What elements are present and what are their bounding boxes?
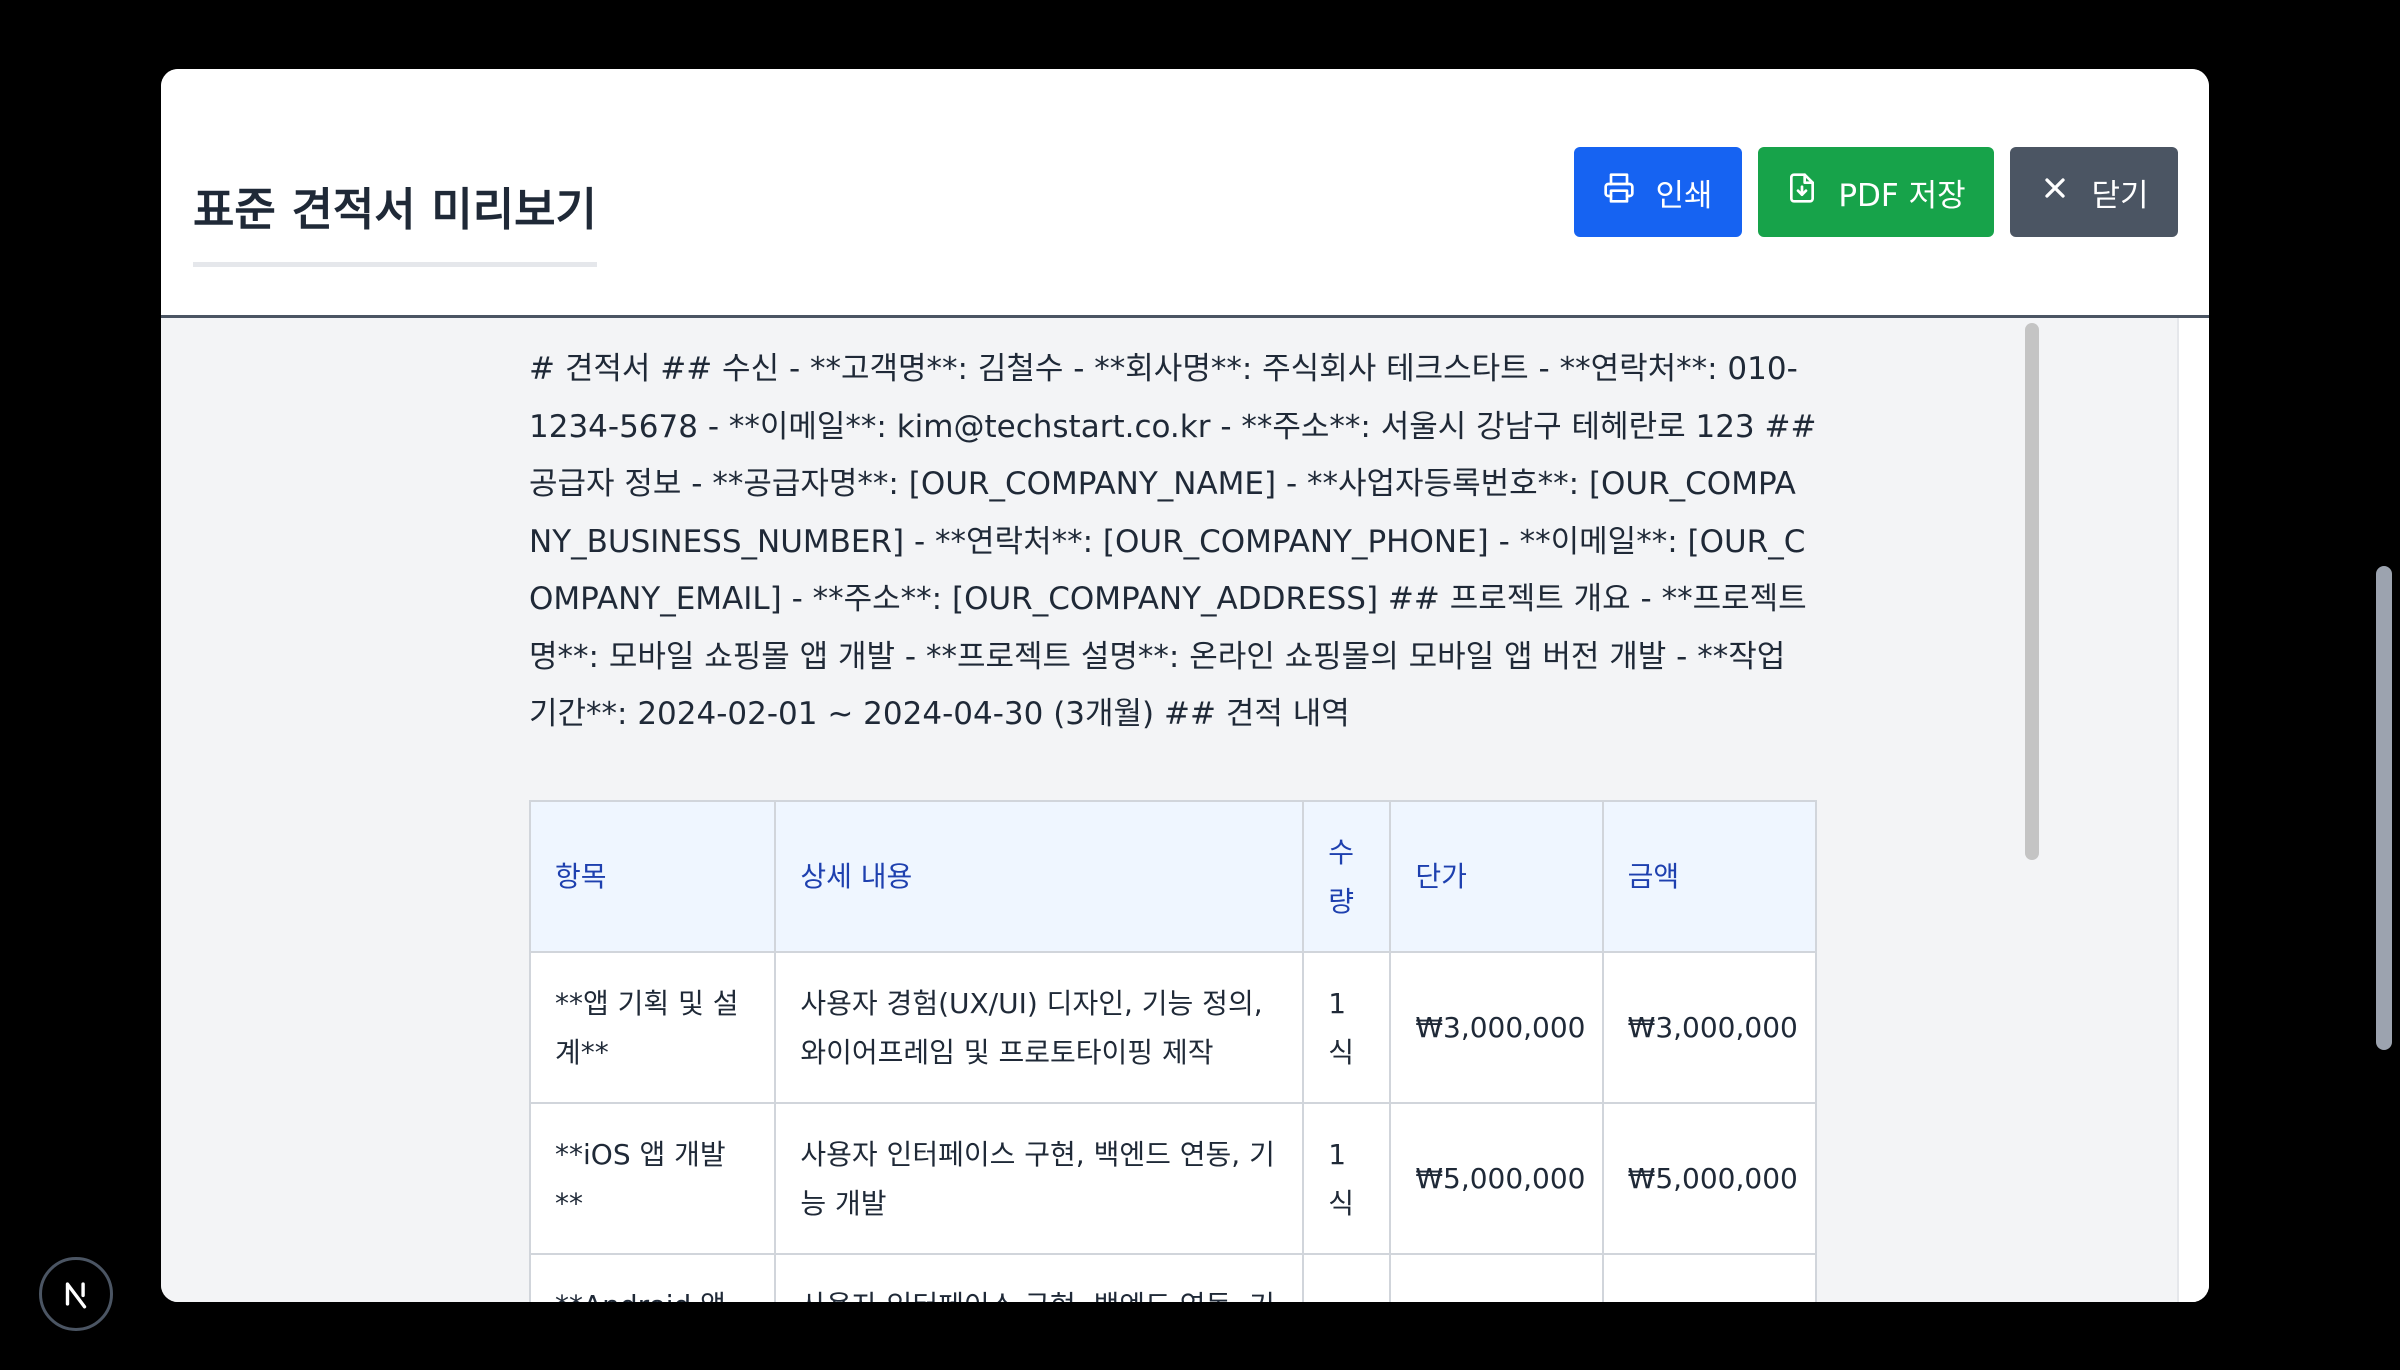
table-row: **앱 기획 및 설계** 사용자 경험(UX/UI) 디자인, 기능 정의, … <box>528 951 1818 1104</box>
close-button[interactable]: 닫기 <box>2010 147 2178 237</box>
printer-icon <box>1603 172 1635 212</box>
cell-unit-price: ₩3,000,000 <box>1389 951 1604 1104</box>
print-button-label: 인쇄 <box>1655 177 1713 214</box>
cell-unit-price: ₩5,000,000 <box>1389 1102 1604 1255</box>
cell-quantity: 1 <box>1302 1253 1392 1302</box>
quote-content: # 견적서 ## 수신 - **고객명**: 김철수 - **회사명**: 주식… <box>528 318 1818 1302</box>
table-row: **Android 앱 개 사용자 인터페이스 구현, 백엔드 연동, 기능 1 <box>528 1253 1818 1302</box>
modal-scrollbar-thumb[interactable] <box>2025 323 2039 860</box>
cell-detail: 사용자 인터페이스 구현, 백엔드 연동, 기능 <box>774 1253 1305 1302</box>
close-button-label: 닫기 <box>2091 177 2149 214</box>
cell-quantity: 1식 <box>1302 1102 1392 1255</box>
nextjs-logo-icon[interactable] <box>39 1257 113 1331</box>
print-button[interactable]: 인쇄 <box>1574 147 1742 237</box>
modal-title: 표준 견적서 미리보기 <box>193 173 597 267</box>
header-unit-price: 단가 <box>1389 800 1604 953</box>
save-pdf-button-label: PDF 저장 <box>1838 177 1966 214</box>
table-row: **iOS 앱 개발** 사용자 인터페이스 구현, 백엔드 연동, 기능 개발… <box>528 1102 1818 1255</box>
table-header-row: 항목 상세 내용 수량 단가 금액 <box>528 800 1818 953</box>
quote-items-table: 항목 상세 내용 수량 단가 금액 **앱 기획 및 설계** 사용자 경험(U… <box>528 800 1818 1302</box>
header-detail: 상세 내용 <box>774 800 1305 953</box>
cell-amount: ₩5,000,000 <box>1601 1102 1818 1255</box>
modal-body-scroll-area[interactable]: # 견적서 ## 수신 - **고객명**: 김철수 - **회사명**: 주식… <box>161 318 2209 1302</box>
save-pdf-button[interactable]: PDF 저장 <box>1758 147 1994 237</box>
file-download-icon <box>1786 172 1818 212</box>
cell-unit-price <box>1389 1253 1604 1302</box>
cell-item: **Android 앱 개 <box>528 1253 777 1302</box>
cell-amount <box>1601 1253 1818 1302</box>
modal-scrollbar-track[interactable] <box>2177 318 2209 1302</box>
cell-quantity: 1식 <box>1302 951 1392 1104</box>
cell-amount: ₩3,000,000 <box>1601 951 1818 1104</box>
cell-item: **iOS 앱 개발** <box>528 1102 777 1255</box>
quote-markdown-text: # 견적서 ## 수신 - **고객명**: 김철수 - **회사명**: 주식… <box>529 351 1817 732</box>
close-icon <box>2039 172 2071 212</box>
header-quantity: 수량 <box>1302 800 1392 953</box>
modal-header: 표준 견적서 미리보기 인쇄 PDF 저장 닫기 <box>161 69 2209 318</box>
cell-item: **앱 기획 및 설계** <box>528 951 777 1104</box>
cell-detail: 사용자 경험(UX/UI) 디자인, 기능 정의, 와이어프레임 및 프로토타이… <box>774 951 1305 1104</box>
header-amount: 금액 <box>1601 800 1818 953</box>
cell-detail: 사용자 인터페이스 구현, 백엔드 연동, 기능 개발 <box>774 1102 1305 1255</box>
header-item: 항목 <box>528 800 777 953</box>
quote-preview-modal: 표준 견적서 미리보기 인쇄 PDF 저장 닫기 # 견적서 ## 수신 - *… <box>161 69 2209 1302</box>
page-scrollbar-thumb[interactable] <box>2376 566 2392 1050</box>
